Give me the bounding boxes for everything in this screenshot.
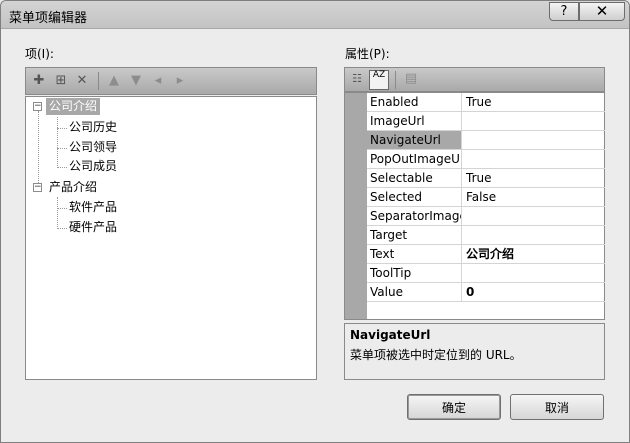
properties-label: 属性(P):	[345, 47, 390, 61]
property-value[interactable]	[463, 112, 605, 130]
description-text: 菜单项被选中时定位到的 URL。	[350, 348, 522, 362]
add-child-item-icon[interactable]: ⊞	[53, 73, 69, 89]
property-value[interactable]	[463, 226, 605, 244]
property-value[interactable]: 公司介绍	[463, 245, 605, 263]
property-value[interactable]	[463, 150, 605, 168]
ok-button[interactable]: 确定	[407, 394, 501, 420]
property-value[interactable]: False	[463, 188, 605, 206]
property-name: Text	[367, 245, 462, 263]
collapse-icon[interactable]: −	[33, 102, 42, 111]
toolbar-separator	[98, 72, 99, 90]
tree-item[interactable]: 硬件产品	[66, 219, 120, 236]
tree-connector	[57, 117, 58, 168]
property-name: PopOutImageU	[367, 150, 462, 168]
help-button[interactable]: ?	[549, 2, 579, 21]
move-up-icon[interactable]: ▲	[106, 73, 122, 89]
add-root-item-icon[interactable]: ✚	[31, 73, 47, 89]
items-tree[interactable]: − 公司介绍 公司历史 公司领导 公司成员 − 产品介绍 软件产品 硬件产品	[25, 96, 317, 380]
property-pages-icon[interactable]: ▤	[403, 71, 419, 87]
tree-item[interactable]: 软件产品	[66, 199, 120, 216]
property-name: SeparatorImage	[367, 207, 462, 225]
categorized-icon[interactable]: ☷	[349, 71, 365, 87]
property-row[interactable]: SeparatorImage	[367, 207, 605, 226]
tree-connector	[38, 111, 39, 191]
property-value[interactable]	[463, 207, 605, 225]
window-title: 菜单项编辑器	[9, 11, 88, 26]
property-value[interactable]: True	[463, 93, 605, 111]
alphabetical-sort-icon[interactable]: AZ	[369, 70, 389, 90]
property-row[interactable]: Selectable True	[367, 169, 605, 188]
sort-label: AZ	[372, 70, 386, 80]
property-name: Selected	[367, 188, 462, 206]
property-name: NavigateUrl	[367, 131, 462, 149]
property-row[interactable]: Value 0	[367, 283, 605, 302]
property-row[interactable]: PopOutImageU	[367, 150, 605, 169]
description-title: NavigateUrl	[350, 328, 431, 342]
property-grid[interactable]: Enabled True ImageUrl NavigateUrl PopOut…	[344, 92, 605, 320]
toolbar-separator	[395, 71, 396, 89]
property-name: ImageUrl	[367, 112, 462, 130]
title-bar: 菜单项编辑器 ? ✕	[1, 1, 629, 29]
delete-item-icon[interactable]: ✕	[74, 73, 90, 89]
close-button[interactable]: ✕	[579, 2, 625, 21]
properties-toolbar: ☷ AZ ▤	[344, 67, 605, 92]
menu-item-editor-dialog: 菜单项编辑器 ? ✕ 项(I): ✚ ⊞ ✕ ▲ ▼ ◂ ▸ − 公司介绍 公司…	[0, 0, 630, 443]
property-row-selected[interactable]: NavigateUrl	[367, 131, 605, 150]
outdent-icon[interactable]: ◂	[150, 73, 166, 89]
property-name: Target	[367, 226, 462, 244]
cancel-button[interactable]: 取消	[510, 394, 604, 420]
property-name: ToolTip	[367, 264, 462, 282]
tree-item[interactable]: 公司历史	[66, 119, 120, 136]
property-row[interactable]: Selected False	[367, 188, 605, 207]
property-value[interactable]: True	[463, 169, 605, 187]
property-description: NavigateUrl 菜单项被选中时定位到的 URL。	[344, 323, 605, 380]
tree-item-product-intro[interactable]: 产品介绍	[46, 179, 100, 196]
property-name: Enabled	[367, 93, 462, 111]
property-grid-gutter	[345, 93, 367, 319]
property-name: Selectable	[367, 169, 462, 187]
property-value[interactable]: 0	[463, 283, 605, 301]
property-row[interactable]: Enabled True	[367, 93, 605, 112]
property-value[interactable]	[463, 131, 605, 149]
tree-item-company-intro[interactable]: 公司介绍	[46, 98, 101, 115]
tree-connector	[57, 197, 58, 229]
indent-icon[interactable]: ▸	[172, 73, 188, 89]
property-row[interactable]: Text 公司介绍	[367, 245, 605, 264]
tree-item[interactable]: 公司领导	[66, 139, 120, 156]
property-row[interactable]: Target	[367, 226, 605, 245]
collapse-icon[interactable]: −	[33, 183, 42, 192]
move-down-icon[interactable]: ▼	[128, 73, 144, 89]
items-toolbar: ✚ ⊞ ✕ ▲ ▼ ◂ ▸	[25, 67, 317, 95]
items-label: 项(I):	[25, 47, 54, 61]
tree-item[interactable]: 公司成员	[66, 158, 120, 175]
property-name: Value	[367, 283, 462, 301]
property-row[interactable]: ImageUrl	[367, 112, 605, 131]
property-value[interactable]	[463, 264, 605, 282]
property-row[interactable]: ToolTip	[367, 264, 605, 283]
